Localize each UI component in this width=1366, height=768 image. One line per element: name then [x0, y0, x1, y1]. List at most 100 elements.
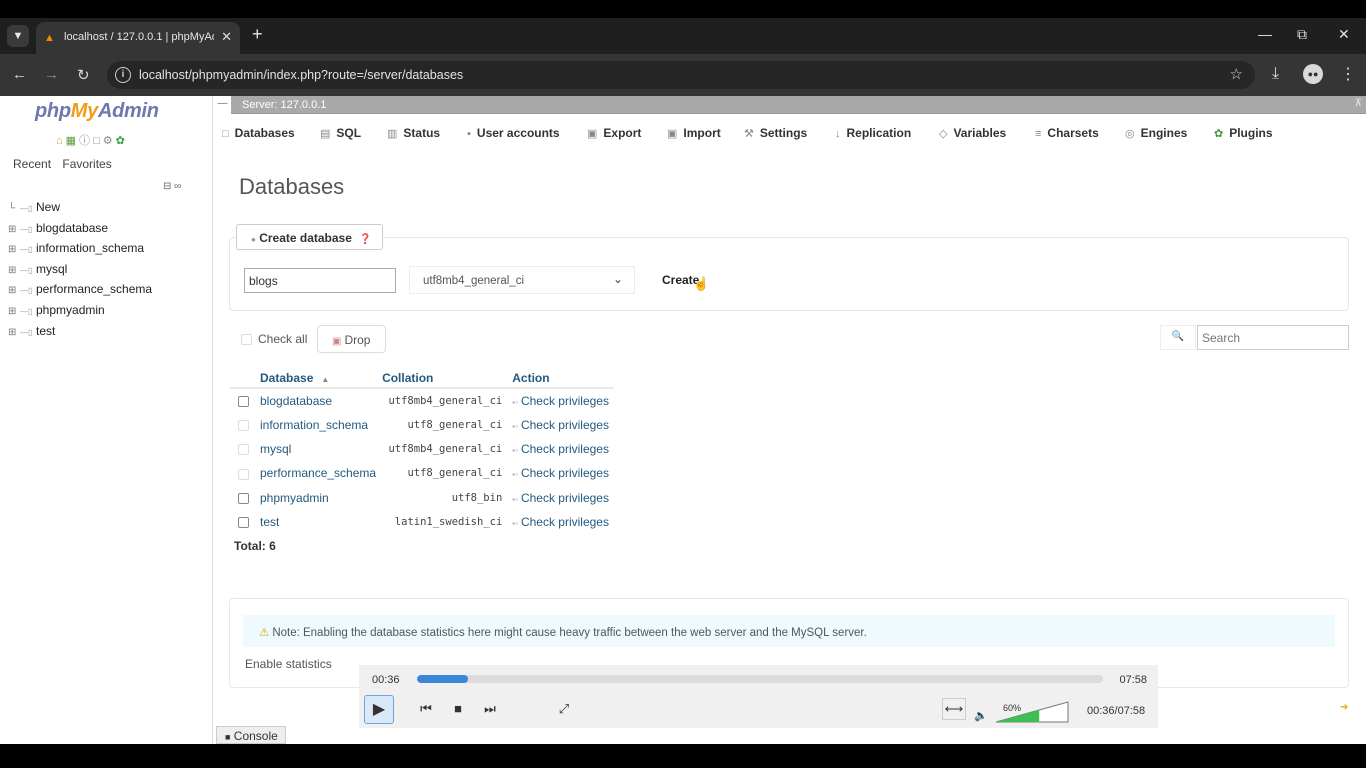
tree-item-label[interactable]: information_schema — [36, 241, 144, 255]
next-icon[interactable]: ⏭ — [477, 696, 503, 722]
tree-item[interactable]: ⊞ —▯ information_schema — [8, 241, 152, 262]
row-checkbox[interactable] — [238, 468, 249, 480]
check-privileges-link[interactable]: Check privileges — [521, 394, 609, 408]
row-checkbox[interactable] — [238, 517, 249, 529]
row-checkbox[interactable] — [238, 444, 249, 456]
expand-plus-icon[interactable]: ⊞ — [8, 224, 20, 235]
speaker-icon[interactable]: 🔈 — [974, 709, 988, 722]
check-privileges-link[interactable]: Check privileges — [521, 491, 609, 505]
tree-item[interactable]: ⊞ —▯ test — [8, 324, 152, 345]
row-checkbox[interactable] — [238, 396, 249, 408]
tab-engines[interactable]: ◎ Engines — [1125, 116, 1187, 148]
action-cell[interactable]: ▪▫ Check privileges — [512, 412, 614, 436]
header-database[interactable]: Database ▲ — [260, 368, 383, 389]
minimize-icon[interactable]: — — [1258, 26, 1272, 42]
phpmyadmin-logo[interactable]: phpMyAdmin — [35, 100, 159, 123]
aspect-ratio-icon[interactable]: ⟷ — [942, 698, 966, 720]
settings-gear-icon[interactable]: ⚙ — [103, 135, 116, 147]
collapse-nav-icon[interactable]: — — [214, 96, 231, 114]
expand-plus-icon[interactable]: ⊞ — [8, 285, 20, 296]
tree-item-label[interactable]: phpmyadmin — [36, 303, 105, 317]
database-name[interactable]: test — [260, 510, 382, 534]
tab-sql[interactable]: ▤ SQL — [320, 116, 361, 148]
check-all-checkbox[interactable] — [241, 334, 252, 345]
reload-nav-icon[interactable]: ✿ — [116, 135, 128, 147]
profile-avatar-icon[interactable]: ●● — [1303, 64, 1323, 84]
header-database-label[interactable]: Database — [260, 371, 313, 385]
recent-link[interactable]: Recent — [13, 157, 51, 171]
tree-item[interactable]: ⊞ —▯ blogdatabase — [8, 221, 152, 242]
tab-databases[interactable]: □ Databases — [222, 116, 295, 148]
docs-icon[interactable]: □ — [93, 135, 103, 147]
action-cell[interactable]: ▪▫ Check privileges — [512, 486, 614, 510]
tree-item-label[interactable]: mysql — [36, 262, 67, 276]
check-privileges-link[interactable]: Check privileges — [521, 442, 609, 456]
database-name[interactable]: blogdatabase — [260, 388, 382, 412]
action-cell[interactable]: ▪▫ Check privileges — [512, 437, 614, 461]
bookmark-star-icon[interactable]: ☆ — [1230, 65, 1243, 83]
check-privileges-link[interactable]: Check privileges — [521, 515, 609, 529]
seek-bar[interactable] — [417, 675, 1103, 683]
expand-plus-icon[interactable]: ⊞ — [8, 244, 20, 255]
tab-status[interactable]: ▥ Status — [387, 116, 440, 148]
check-privileges-link[interactable]: Check privileges — [521, 466, 609, 480]
drop-button[interactable]: ▣ Drop — [317, 325, 386, 353]
help-question-icon[interactable]: ❓ — [359, 234, 371, 245]
database-name-input[interactable] — [244, 268, 396, 293]
tree-item-label[interactable]: New — [36, 200, 60, 214]
expand-plus-icon[interactable]: ⊞ — [8, 306, 20, 317]
tab-list-chevron-icon[interactable]: ▼ — [7, 25, 29, 47]
scroll-top-icon[interactable]: ⊼ — [1355, 98, 1362, 109]
link-with-main-icon[interactable]: ∞ — [174, 181, 181, 192]
tab-export[interactable]: ▣ Export — [587, 116, 641, 148]
tab-replication[interactable]: ↓ Replication — [835, 116, 911, 148]
enable-statistics-link[interactable]: Enable statistics — [245, 657, 332, 671]
tab-charsets[interactable]: ≡ Charsets — [1035, 116, 1099, 148]
favorites-link[interactable]: Favorites — [62, 157, 111, 171]
tree-item[interactable]: ⊞ —▯ performance_schema — [8, 282, 152, 303]
download-icon[interactable]: ⤓ — [1272, 65, 1279, 83]
browser-menu-icon[interactable]: ⋮ — [1340, 64, 1356, 84]
tree-item[interactable]: ⊞ —▯ mysql — [8, 262, 152, 283]
search-input[interactable] — [1197, 325, 1349, 350]
collapse-all-icon[interactable]: ⊟ — [163, 181, 171, 192]
tab-settings[interactable]: ⚒ Settings — [744, 116, 807, 148]
database-name[interactable]: mysql — [260, 437, 382, 461]
header-collation[interactable]: Collation — [382, 368, 513, 389]
browser-tab[interactable]: ▲ localhost / 127.0.0.1 | phpMyAd ✕ — [36, 22, 240, 54]
tree-item[interactable]: ⊞ —▯ phpmyadmin — [8, 303, 152, 324]
tree-item[interactable]: └ —▯ New — [8, 200, 152, 221]
row-checkbox[interactable] — [238, 493, 249, 505]
tab-import[interactable]: ▣ Import — [667, 116, 721, 148]
action-cell[interactable]: ▪▫ Check privileges — [512, 461, 614, 485]
tree-item-label[interactable]: performance_schema — [36, 282, 152, 296]
tab-variables[interactable]: ◇ Variables — [939, 116, 1006, 148]
tab-close-icon[interactable]: ✕ — [221, 29, 232, 45]
console-button[interactable]: ■ Console — [216, 726, 286, 744]
tree-item-label[interactable]: test — [36, 324, 55, 338]
row-checkbox[interactable] — [238, 419, 249, 431]
expand-plus-icon[interactable]: ⊞ — [8, 265, 20, 276]
back-arrow-icon[interactable]: ← — [12, 66, 27, 83]
play-icon[interactable]: ▶ — [364, 695, 394, 724]
home-icon[interactable]: ⌂ — [56, 135, 66, 147]
action-cell[interactable]: ▪▫ Check privileges — [512, 510, 614, 534]
logout-icon[interactable]: ▦ — [66, 135, 79, 147]
page-scroll-icon[interactable]: ➔ — [1340, 702, 1348, 713]
url-text[interactable]: localhost/phpmyadmin/index.php?route=/se… — [139, 68, 463, 82]
expand-plus-icon[interactable]: ⊞ — [8, 327, 20, 338]
tree-item-label[interactable]: blogdatabase — [36, 221, 108, 235]
server-breadcrumb[interactable]: Server: 127.0.0.1 — [242, 99, 326, 111]
window-close-icon[interactable]: ✕ — [1338, 26, 1350, 43]
check-privileges-link[interactable]: Check privileges — [521, 418, 609, 432]
fullscreen-icon[interactable]: ⤢ — [551, 696, 577, 722]
site-info-icon[interactable]: i — [115, 67, 131, 83]
reload-icon[interactable]: ↻ — [77, 66, 90, 84]
action-cell[interactable]: ▪▫ Check privileges — [512, 388, 614, 412]
sort-ascending-icon[interactable]: ▲ — [321, 375, 329, 384]
stop-icon[interactable]: ■ — [445, 696, 471, 722]
check-all-label[interactable]: Check all — [258, 332, 307, 346]
tab-plugins[interactable]: ✿ Plugins — [1214, 116, 1273, 148]
volume-slider[interactable]: 60% — [995, 701, 1069, 723]
previous-icon[interactable]: ⏮ — [413, 696, 439, 722]
